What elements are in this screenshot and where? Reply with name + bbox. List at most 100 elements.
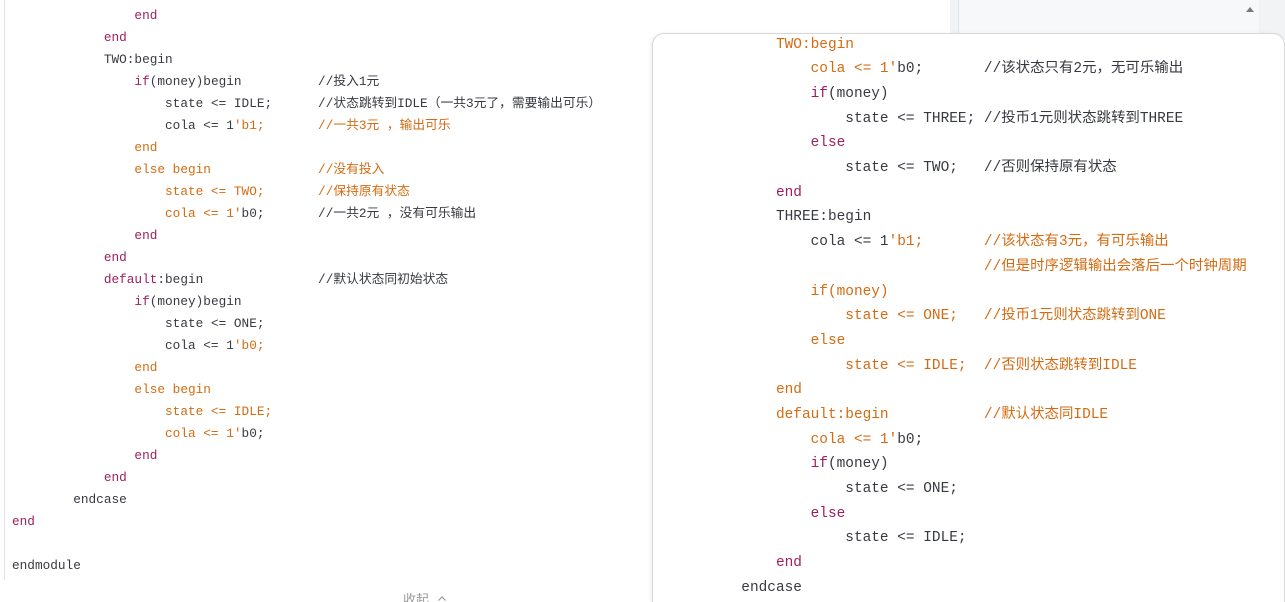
code-text-token: state <= TWO; //否则保持原有状态	[672, 160, 1117, 177]
code-keyword-token: end	[12, 514, 35, 529]
code-line: endcase	[12, 489, 642, 511]
code-string-token: 'b1; //一共3元 ，输出可乐	[233, 118, 451, 133]
code-string-token: state <= ONE; //投币1元则状态跳转到ONE	[672, 308, 1166, 325]
code-line: state <= TWO; //保持原有状态	[12, 181, 642, 203]
collapse-button[interactable]: 收起	[403, 590, 453, 602]
code-line: state <= ONE;	[12, 313, 642, 335]
code-text-token: state <= ONE;	[672, 481, 958, 498]
code-text-token: (money)begin //投入1元	[149, 74, 380, 89]
code-keyword-token: if	[672, 456, 828, 473]
code-string-token: state <= IDLE;	[12, 404, 273, 419]
code-string-token: cola <= 1'	[672, 61, 898, 78]
code-line: TWO:begin	[12, 49, 642, 71]
code-text-token: :begin //默认状态同初始状态	[157, 272, 449, 287]
code-string-token: state <= TWO; //保持原有状态	[12, 184, 410, 199]
code-line: end	[672, 378, 1284, 403]
code-line: else begin //没有投入	[12, 159, 642, 181]
code-line: end	[12, 27, 642, 49]
code-line: default:begin //默认状态同初始状态	[12, 269, 642, 291]
code-text-token: b0; //该状态只有2元，无可乐输出	[897, 61, 1184, 78]
code-line: end	[12, 5, 642, 27]
code-block-left: end end TWO:begin if(money)begin //投入1元 …	[12, 5, 642, 577]
code-text-token: state <= ONE;	[12, 316, 265, 331]
code-line: cola <= 1'b1; //该状态有3元，有可乐输出	[672, 230, 1284, 255]
code-line: cola <= 1'b0;	[12, 423, 642, 445]
code-line: cola <= 1'b0;	[672, 428, 1284, 453]
code-text-token: (money)	[827, 86, 889, 103]
code-line: end	[672, 181, 1284, 206]
code-string-token: end	[12, 360, 158, 375]
code-keyword-token: end	[12, 448, 158, 463]
code-string-token: else begin	[12, 382, 211, 397]
code-line: end	[12, 445, 642, 467]
code-line: cola <= 1'b0; //该状态只有2元，无可乐输出	[672, 57, 1284, 82]
code-line: state <= IDLE;	[12, 401, 642, 423]
code-line: else	[672, 131, 1284, 156]
code-string-token: else	[672, 332, 846, 349]
code-text-token: b0; //一共2元 ，没有可乐输出	[241, 206, 477, 221]
code-string-token: else begin //没有投入	[12, 162, 385, 177]
code-line: if(money)	[672, 452, 1284, 477]
code-line: state <= ONE;	[672, 477, 1284, 502]
code-keyword-token: default	[12, 272, 158, 287]
code-string-token: 'b0;	[233, 338, 265, 353]
code-text-token: endcase	[672, 579, 802, 596]
code-text-token: (money)begin	[149, 294, 242, 309]
code-text-token: cola <= 1	[672, 234, 889, 251]
code-line: if(money)	[672, 82, 1284, 107]
chevron-up-icon	[438, 596, 446, 601]
code-keyword-token: end	[12, 8, 158, 23]
code-keyword-token: end	[12, 470, 127, 485]
code-line: state <= ONE; //投币1元则状态跳转到ONE	[672, 304, 1284, 329]
code-line: else	[672, 502, 1284, 527]
code-line: state <= IDLE; //状态跳转到IDLE（一共3元了，需要输出可乐）	[12, 93, 642, 115]
scroll-up-icon[interactable]	[1246, 7, 1254, 12]
code-string-token: if(money)	[672, 283, 889, 300]
code-string-token: default:begin //默认状态同IDLE	[672, 406, 1109, 423]
code-text-token: endmodule	[12, 558, 81, 573]
code-text-token: (money)	[827, 456, 889, 473]
code-line: cola <= 1'b0; //一共2元 ，没有可乐输出	[12, 203, 642, 225]
code-string-token: cola <= 1'	[12, 206, 242, 221]
code-block-border	[4, 0, 5, 580]
code-line: else	[672, 329, 1284, 354]
code-line: if(money)	[672, 280, 1284, 305]
code-keyword-token: else	[672, 505, 846, 522]
code-line: end	[12, 357, 642, 379]
code-line: cola <= 1'b1; //一共3元 ，输出可乐	[12, 115, 642, 137]
code-text-token: THREE:begin	[672, 209, 872, 226]
code-line: //但是时序逻辑输出会落后一个时钟周期	[672, 255, 1284, 280]
code-line: if(money)begin	[12, 291, 642, 313]
code-text-token: b0;	[241, 426, 265, 441]
code-keyword-token: end	[12, 250, 127, 265]
code-text-token: state <= IDLE; //状态跳转到IDLE（一共3元了，需要输出可乐）	[12, 96, 602, 111]
code-text-token: state <= IDLE;	[672, 530, 967, 547]
code-line: end	[12, 137, 642, 159]
code-keyword-token: end	[12, 228, 158, 243]
code-string-token: 'b1; //该状态有3元，有可乐输出	[888, 234, 1169, 251]
code-line: THREE:begin	[672, 205, 1284, 230]
code-line: end	[12, 511, 642, 533]
code-text-token: cola <= 1	[12, 118, 234, 133]
code-line: endcase	[672, 576, 1284, 601]
code-line: state <= IDLE;	[672, 526, 1284, 551]
code-keyword-token: end	[12, 30, 127, 45]
code-line: state <= TWO; //否则保持原有状态	[672, 156, 1284, 181]
code-text-token: TWO:begin	[12, 52, 173, 67]
code-line: end	[12, 247, 642, 269]
code-string-token: TWO:begin	[672, 36, 854, 53]
code-keyword-token: if	[672, 86, 828, 103]
code-string-token: //但是时序逻辑输出会落后一个时钟周期	[672, 258, 1247, 275]
code-line: end	[12, 225, 642, 247]
code-text-token: cola <= 1	[12, 338, 234, 353]
collapse-label: 收起	[403, 592, 430, 602]
code-text-token: b0;	[897, 431, 924, 448]
code-string-token: cola <= 1'	[12, 426, 242, 441]
code-text-token: state <= THREE; //投币1元则状态跳转到THREE	[672, 110, 1184, 127]
code-keyword-token: else	[672, 135, 846, 152]
code-line: state <= THREE; //投币1元则状态跳转到THREE	[672, 107, 1284, 132]
code-keyword-token: if	[12, 74, 150, 89]
code-line: else begin	[12, 379, 642, 401]
code-line: end	[12, 467, 642, 489]
